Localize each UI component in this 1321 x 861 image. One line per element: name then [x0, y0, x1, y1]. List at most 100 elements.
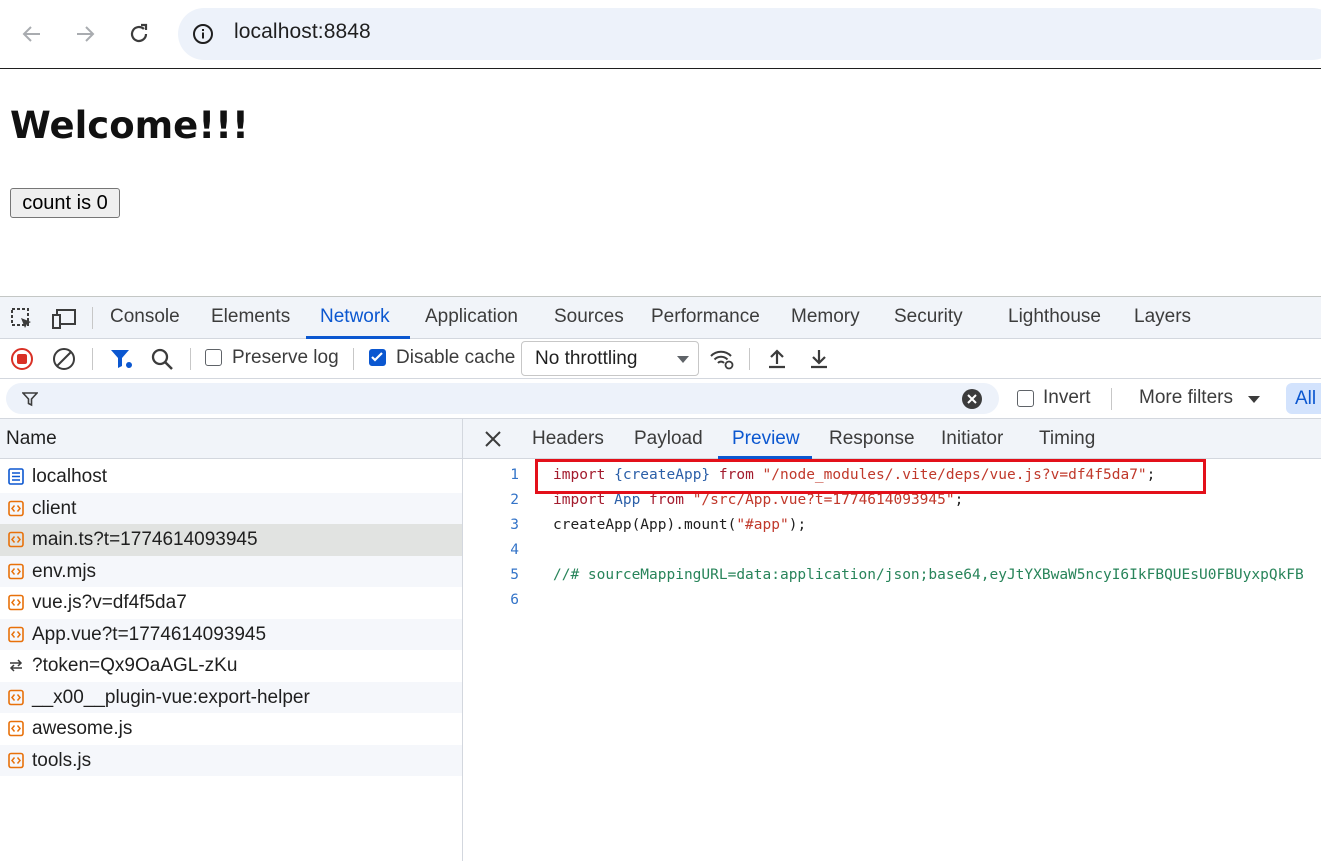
- clear-icon[interactable]: [52, 347, 76, 371]
- request-name: localhost: [32, 466, 107, 487]
- request-name: ?token=Qx9OaAGL-zKu: [32, 655, 238, 676]
- address-bar[interactable]: localhost:8848: [178, 8, 1321, 60]
- script-file-icon: [8, 689, 24, 706]
- tab-memory[interactable]: Memory: [791, 306, 860, 328]
- request-name: App.vue?t=1774614093945: [32, 623, 267, 645]
- tab-timing[interactable]: Timing: [1039, 428, 1095, 450]
- name-column-label: Name: [6, 428, 57, 449]
- filter-all-label: All: [1295, 388, 1317, 409]
- back-arrow-icon[interactable]: [16, 18, 48, 50]
- line-number: 1: [510, 467, 519, 483]
- device-toolbar-icon[interactable]: [52, 307, 76, 331]
- line-number: 3: [510, 517, 519, 533]
- tab-layers[interactable]: Layers: [1134, 306, 1191, 328]
- preserve-log-label: Preserve log: [232, 347, 339, 368]
- disable-cache-checkbox[interactable]: [369, 349, 386, 366]
- request-row[interactable]: ?token=Qx9OaAGL-zKu: [0, 650, 462, 682]
- inspect-element-icon[interactable]: [10, 307, 34, 331]
- tab-initiator[interactable]: Initiator: [941, 428, 1003, 450]
- tab-headers[interactable]: Headers: [532, 428, 604, 450]
- code-punctuation: ;: [954, 492, 964, 508]
- network-toolbar: Preserve log Disable cache No throttling: [0, 339, 1321, 379]
- name-column-header[interactable]: Name: [0, 419, 462, 459]
- code-preview: 1 2 3 4 5 6 import {createApp} from "/no…: [463, 459, 1321, 861]
- request-row[interactable]: awesome.js: [0, 713, 462, 745]
- request-list: Name localhost client main.ts?t=1774614093…: [0, 419, 463, 861]
- request-row[interactable]: env.mjs: [0, 555, 462, 587]
- throttling-value: No throttling: [535, 348, 638, 369]
- filter-separator: [1111, 388, 1112, 410]
- more-filters-button[interactable]: More filters: [1139, 387, 1233, 409]
- tab-application[interactable]: Application: [425, 306, 518, 328]
- toolbar-separator: [92, 348, 93, 370]
- highlight-annotation-box: [535, 459, 1206, 494]
- import-upload-icon[interactable]: [765, 347, 789, 371]
- filter-row: Invert More filters All: [0, 379, 1321, 419]
- export-download-icon[interactable]: [807, 347, 831, 371]
- request-name: vue.js?v=df4f5da7: [32, 592, 187, 613]
- request-row[interactable]: main.ts?t=1774614093945: [0, 524, 462, 556]
- clear-filter-icon[interactable]: [962, 389, 982, 409]
- script-file-icon: [8, 594, 24, 611]
- code-punctuation: );: [788, 517, 807, 533]
- filter-funnel-icon[interactable]: [109, 347, 133, 371]
- tab-console[interactable]: Console: [110, 306, 180, 328]
- request-row[interactable]: vue.js?v=df4f5da7: [0, 587, 462, 619]
- request-name: main.ts?t=1774614093945: [32, 529, 258, 550]
- request-name: client: [32, 497, 77, 519]
- code-line-3: createApp(App).mount("#app");: [553, 517, 806, 533]
- chevron-down-icon: [1248, 396, 1260, 403]
- tab-response[interactable]: Response: [829, 428, 915, 450]
- tab-performance[interactable]: Performance: [651, 306, 760, 328]
- request-row[interactable]: tools.js: [0, 744, 462, 776]
- tab-lighthouse[interactable]: Lighthouse: [1008, 306, 1101, 328]
- tab-security[interactable]: Security: [894, 306, 963, 328]
- request-row[interactable]: App.vue?t=1774614093945: [0, 618, 462, 650]
- invert-label: Invert: [1043, 387, 1091, 408]
- forward-arrow-icon[interactable]: [69, 18, 101, 50]
- script-file-icon: [8, 531, 24, 548]
- filter-icon: [22, 392, 38, 407]
- code-keyword: import: [553, 492, 606, 508]
- toolbar-separator: [190, 348, 191, 370]
- filter-input[interactable]: [6, 383, 999, 414]
- tab-payload[interactable]: Payload: [634, 428, 703, 450]
- detail-tab-bar: Headers Payload Preview Response Initiat…: [463, 419, 1321, 459]
- script-file-icon: [8, 563, 24, 580]
- tab-preview[interactable]: Preview: [732, 428, 800, 450]
- close-icon[interactable]: [483, 429, 503, 449]
- request-row[interactable]: __x00__plugin-vue:export-helper: [0, 681, 462, 713]
- script-file-icon: [8, 500, 24, 517]
- count-button[interactable]: count is 0: [10, 188, 120, 218]
- code-line-5: //# sourceMappingURL=data:application/js…: [553, 567, 1304, 583]
- request-name: tools.js: [32, 749, 92, 771]
- site-info-icon[interactable]: [192, 23, 214, 45]
- reload-icon[interactable]: [123, 18, 155, 50]
- request-row[interactable]: localhost: [0, 461, 462, 493]
- invert-checkbox[interactable]: [1017, 390, 1034, 407]
- search-icon[interactable]: [150, 347, 174, 371]
- tab-sources[interactable]: Sources: [554, 306, 624, 328]
- script-file-icon: [8, 626, 24, 643]
- script-file-icon: [8, 752, 24, 769]
- tab-elements[interactable]: Elements: [211, 306, 290, 328]
- code-line-2: import App from "/src/App.vue?t=17746140…: [553, 492, 963, 508]
- page-heading: Welcome!!!: [10, 104, 249, 147]
- devtools-tab-bar: Console Elements Network Application Sou…: [0, 297, 1321, 339]
- devtools-panel: Console Elements Network Application Sou…: [0, 296, 1321, 861]
- network-conditions-icon[interactable]: [709, 347, 734, 371]
- line-number: 2: [510, 492, 519, 508]
- request-name: __x00__plugin-vue:export-helper: [32, 686, 310, 708]
- preserve-log-checkbox[interactable]: [205, 349, 222, 366]
- throttling-select[interactable]: No throttling: [521, 341, 699, 376]
- request-detail-pane: Headers Payload Preview Response Initiat…: [463, 419, 1321, 861]
- record-stop-icon[interactable]: [10, 347, 34, 371]
- request-name: env.mjs: [32, 560, 97, 582]
- code-string: "/src/App.vue?t=1774614093945": [683, 492, 955, 508]
- tab-network[interactable]: Network: [320, 306, 390, 328]
- websocket-arrows-icon: [8, 657, 24, 674]
- request-row[interactable]: client: [0, 492, 462, 524]
- filter-all-pill[interactable]: All: [1286, 383, 1321, 414]
- code-identifier: App: [605, 492, 650, 508]
- document-file-icon: [8, 468, 24, 485]
